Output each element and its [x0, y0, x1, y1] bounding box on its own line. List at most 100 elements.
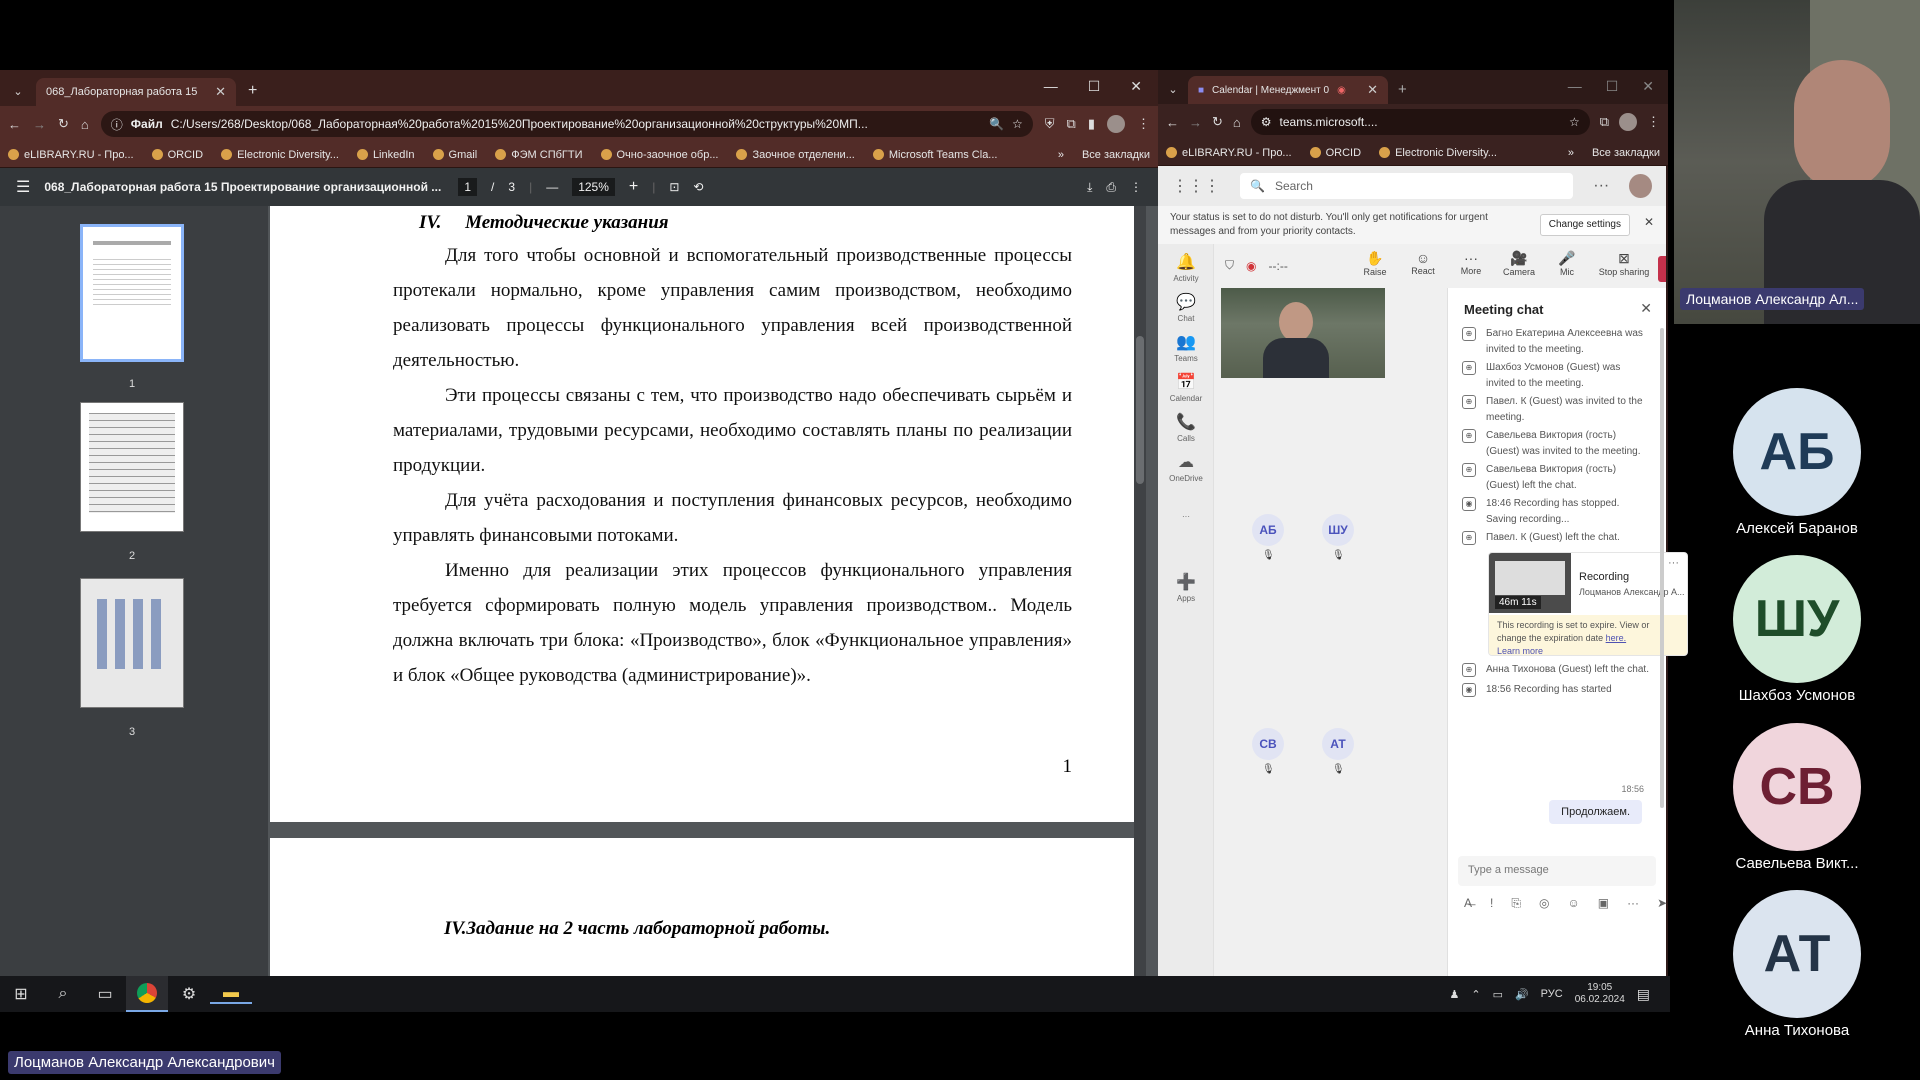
bookmark-item[interactable]: ORCID	[151, 149, 203, 161]
zoom-out-icon[interactable]: —	[546, 180, 558, 194]
minimize-icon[interactable]: —	[1568, 78, 1582, 95]
tab-teams[interactable]: ■ Calendar | Менеджмент 0 ◉ ✕	[1188, 76, 1388, 104]
rotate-icon[interactable]: ⟲	[693, 180, 703, 194]
rail-item-apps[interactable]: ➕ Apps	[1158, 572, 1214, 603]
language-indicator[interactable]: РУС	[1541, 988, 1563, 1000]
bookmark-item[interactable]: ORCID	[1309, 147, 1361, 159]
thumbnail-page-2[interactable]	[80, 402, 184, 532]
react-button[interactable]: ☺ React	[1406, 250, 1440, 277]
more-button[interactable]: ··· More	[1454, 250, 1488, 277]
reload-icon[interactable]: ↻	[58, 116, 69, 132]
recording-card[interactable]: 46m 11s Recording Лоцманов Александр А..…	[1488, 552, 1688, 656]
bookmarks-overflow-icon[interactable]: »	[1058, 149, 1064, 161]
app-taskbar-icon[interactable]: ⚙	[168, 984, 210, 1004]
all-bookmarks-button[interactable]: Все закладки	[1082, 149, 1150, 161]
people-icon[interactable]: ♟	[1449, 988, 1459, 1001]
camera-button[interactable]: 🎥 Camera	[1502, 250, 1536, 277]
chat-scrollbar[interactable]	[1660, 328, 1664, 808]
zoom-icon[interactable]: 🔍	[989, 117, 1004, 131]
menu-icon[interactable]: ⋮	[1647, 114, 1660, 130]
extensions-icon[interactable]: ⧉	[1600, 114, 1609, 130]
bookmark-item[interactable]: Очно-заочное обр...	[600, 149, 718, 161]
clock[interactable]: 19:05 06.02.2024	[1575, 982, 1625, 1006]
new-tab-icon[interactable]: +	[1398, 81, 1407, 98]
star-icon[interactable]: ☆	[1569, 115, 1580, 129]
message-input[interactable]: Type a message	[1458, 856, 1656, 886]
bookmark-item[interactable]: Microsoft Teams Cla...	[872, 149, 997, 161]
bookmark-item[interactable]: eLIBRARY.RU - Про...	[1166, 147, 1292, 159]
more-options-icon[interactable]: ···	[1627, 896, 1639, 911]
more-icon[interactable]: ⋮	[1130, 180, 1142, 194]
bookmark-item[interactable]: ФЭМ СПбГТИ	[495, 149, 583, 161]
more-apps-icon[interactable]: ···	[1158, 512, 1214, 521]
print-icon[interactable]: ⎙	[1106, 180, 1116, 195]
explorer-taskbar-icon[interactable]: ▬	[210, 984, 252, 1004]
new-tab-icon[interactable]: +	[248, 82, 257, 100]
chevron-up-icon[interactable]: ⌃	[1471, 988, 1480, 1001]
stop-sharing-button[interactable]: ⊠ Stop sharing	[1598, 250, 1650, 277]
url-field[interactable]: ⚙ teams.microsoft.... ☆	[1250, 109, 1590, 135]
rail-item-chat[interactable]: 💬 Chat	[1158, 292, 1214, 323]
back-icon[interactable]: ←	[8, 117, 21, 132]
tab-search-icon[interactable]: ⌄	[1158, 83, 1188, 96]
participant-avatar[interactable]: АБ	[1252, 514, 1284, 546]
home-icon[interactable]: ⌂	[1233, 115, 1241, 130]
sidepanel-icon[interactable]: ▮	[1088, 116, 1095, 132]
zoom-input[interactable]: 125%	[572, 178, 615, 196]
thumbnail-page-1[interactable]	[80, 224, 184, 362]
user-avatar[interactable]	[1629, 174, 1652, 198]
all-bookmarks-button[interactable]: Все закладки	[1592, 147, 1660, 159]
home-icon[interactable]: ⌂	[81, 117, 89, 132]
close-icon[interactable]: ✕	[215, 84, 226, 100]
thumbnail-page-3[interactable]	[80, 578, 184, 708]
tab-pdf[interactable]: 068_Лабораторная работа 15 ✕	[36, 78, 236, 106]
shield-icon[interactable]: ⛨	[1045, 116, 1055, 132]
app-launcher-icon[interactable]: ⋮⋮⋮	[1172, 176, 1220, 196]
zoom-in-icon[interactable]: +	[629, 178, 638, 196]
bookmark-item[interactable]: Gmail	[432, 149, 477, 161]
forward-icon[interactable]: →	[1189, 115, 1202, 130]
windows-start-icon[interactable]: ⊞	[0, 984, 42, 1004]
loop-icon[interactable]: ◎	[1539, 896, 1549, 911]
network-icon[interactable]: ▭	[1493, 988, 1503, 1001]
close-window-icon[interactable]: ✕	[1130, 78, 1142, 95]
raise-button[interactable]: ✋ Raise	[1358, 250, 1392, 277]
bookmark-item[interactable]: Electronic Diversity...	[1379, 147, 1497, 159]
forward-icon[interactable]: →	[33, 117, 46, 132]
menu-icon[interactable]: ⋮	[1137, 116, 1150, 132]
profile-avatar[interactable]	[1619, 113, 1637, 131]
change-settings-button[interactable]: Change settings	[1539, 214, 1630, 236]
bookmark-item[interactable]: Electronic Diversity...	[221, 149, 339, 161]
bookmarks-overflow-icon[interactable]: »	[1568, 147, 1574, 159]
close-icon[interactable]: ✕	[1644, 215, 1654, 229]
more-icon[interactable]: ···	[1593, 177, 1609, 195]
bookmark-item[interactable]: LinkedIn	[356, 149, 415, 161]
recording-thumbnail[interactable]: 46m 11s	[1489, 553, 1571, 613]
attach-icon[interactable]: ⎘	[1511, 896, 1521, 911]
rail-item-teams[interactable]: 👥 Teams	[1158, 332, 1214, 363]
tab-search-icon[interactable]: ⌄	[0, 85, 36, 98]
participant-avatar[interactable]: АТ	[1322, 728, 1354, 760]
search-icon[interactable]: ⌕	[42, 985, 84, 1003]
fit-page-icon[interactable]: ⊡	[669, 180, 679, 194]
here-link[interactable]: here.	[1606, 633, 1627, 643]
profile-avatar[interactable]	[1107, 115, 1125, 133]
maximize-icon[interactable]: ☐	[1606, 78, 1619, 95]
reload-icon[interactable]: ↻	[1212, 114, 1223, 130]
format-icon[interactable]: A̶	[1464, 896, 1472, 911]
rail-item-calendar[interactable]: 📅 Calendar	[1158, 372, 1214, 403]
page-input[interactable]: 1	[458, 178, 478, 196]
star-icon[interactable]: ☆	[1012, 117, 1023, 131]
emoji-icon[interactable]: ☺	[1567, 896, 1579, 911]
notifications-icon[interactable]: ▤	[1637, 986, 1650, 1003]
participant-avatar[interactable]: СВ	[1252, 728, 1284, 760]
back-icon[interactable]: ←	[1166, 115, 1179, 130]
leave-button[interactable]	[1658, 256, 1666, 282]
participant-avatar[interactable]: ШУ	[1322, 514, 1354, 546]
rail-item-calls[interactable]: 📞 Calls	[1158, 412, 1214, 443]
chrome-taskbar-icon[interactable]	[126, 976, 168, 1012]
bookmark-item[interactable]: Заочное отделени...	[736, 149, 855, 161]
hamburger-icon[interactable]: ☰	[16, 177, 30, 197]
gif-icon[interactable]: ▣	[1598, 896, 1609, 911]
priority-icon[interactable]: !	[1490, 896, 1493, 911]
